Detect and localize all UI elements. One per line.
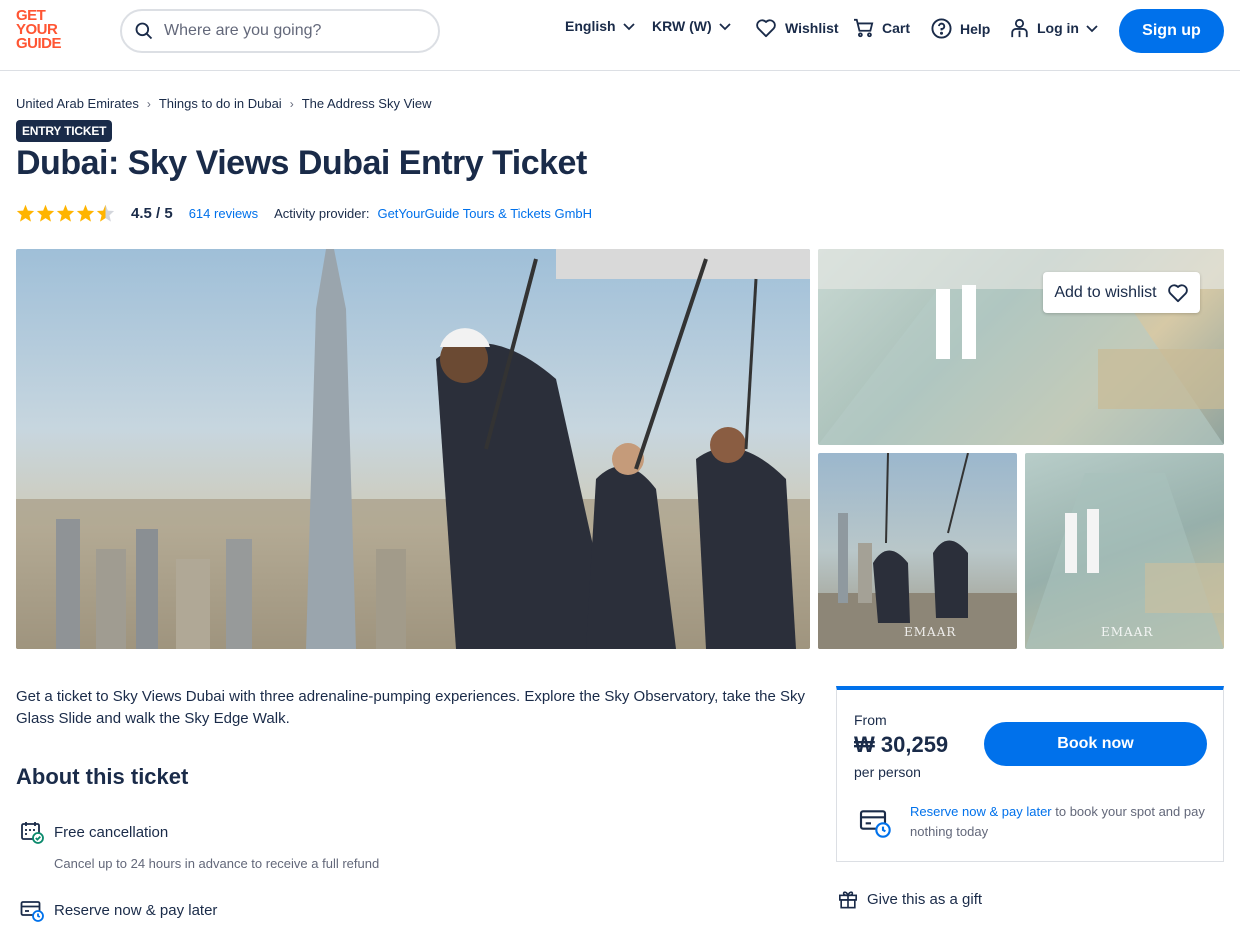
- page-title: Dubai: Sky Views Dubai Entry Ticket: [16, 144, 587, 182]
- chevron-down-icon: [718, 23, 731, 31]
- glass-floor-photo[interactable]: EMAAR: [1025, 453, 1224, 649]
- user-icon: [1011, 18, 1028, 38]
- rating-row: 4.5 / 5 614 reviews Activity provider: G…: [16, 204, 592, 222]
- edge-walk-illustration: [818, 453, 1017, 649]
- signup-button[interactable]: Sign up: [1119, 9, 1224, 53]
- breadcrumb-item[interactable]: The Address Sky View: [302, 96, 432, 111]
- cart-link[interactable]: Cart: [853, 18, 910, 38]
- feature-title: Reserve now & pay later: [54, 901, 218, 919]
- wishlist-link[interactable]: Wishlist: [755, 18, 839, 38]
- booking-panel: From ₩ 30,259 per person Book now Reserv…: [836, 686, 1224, 862]
- activity-description: Get a ticket to Sky Views Dubai with thr…: [16, 688, 806, 727]
- breadcrumb-item[interactable]: Things to do in Dubai: [159, 96, 282, 111]
- feature-title: Free cancellation: [54, 823, 169, 841]
- chevron-down-icon: [1086, 25, 1098, 33]
- star-rating: [16, 204, 115, 222]
- book-now-button[interactable]: Book now: [984, 722, 1207, 766]
- cart-icon: [854, 18, 874, 38]
- add-to-wishlist-button[interactable]: Add to wishlist: [1043, 272, 1200, 313]
- feature-reserve-pay-later: Reserve now & pay later: [20, 898, 217, 922]
- emaar-watermark: EMAAR: [904, 625, 957, 639]
- breadcrumb: United Arab Emirates › Things to do in D…: [16, 96, 432, 111]
- reserve-later-link[interactable]: Reserve now & pay later: [910, 804, 1052, 819]
- heart-icon: [1167, 283, 1188, 302]
- about-section-title: About this ticket: [16, 764, 189, 789]
- card-clock-icon: [859, 810, 891, 838]
- category-badge: ENTRY TICKET: [16, 120, 113, 142]
- price-per-person: per person: [854, 764, 921, 780]
- star-icon: [56, 204, 75, 222]
- feature-subtitle: Cancel up to 24 hours in advance to rece…: [54, 856, 380, 871]
- glass-floor-illustration: [1025, 473, 1224, 649]
- chevron-right-icon: ›: [289, 96, 294, 111]
- half-star-icon: [96, 204, 115, 222]
- search-icon: [135, 22, 153, 40]
- provider-label: Activity provider:: [274, 205, 370, 221]
- provider-link[interactable]: GetYourGuide Tours & Tickets GmbH: [377, 206, 592, 221]
- card-clock-icon: [20, 901, 44, 922]
- reviews-link[interactable]: 614 reviews: [189, 206, 258, 221]
- gift-icon: [839, 891, 857, 909]
- rating-value: 4.5 / 5: [131, 204, 173, 222]
- star-icon: [16, 204, 35, 222]
- give-as-gift-link[interactable]: Give this as a gift: [838, 889, 982, 909]
- feature-free-cancellation: Free cancellation: [20, 820, 168, 844]
- emaar-watermark: EMAAR: [1101, 625, 1154, 639]
- login-menu[interactable]: Log in: [1010, 18, 1099, 38]
- price-from-label: From: [854, 712, 887, 728]
- heart-icon: [756, 19, 776, 38]
- help-icon: [931, 18, 952, 39]
- price-value: ₩ 30,259: [854, 732, 949, 757]
- getyourguide-logo[interactable]: GET YOUR GUIDE: [16, 8, 76, 51]
- edge-walk-photo[interactable]: EMAAR: [818, 453, 1017, 649]
- breadcrumb-item[interactable]: United Arab Emirates: [16, 96, 139, 111]
- search-input[interactable]: [164, 22, 414, 40]
- top-header: GET YOUR GUIDE English KRW (W) Wishlist …: [0, 0, 1240, 71]
- calendar-check-icon: [21, 822, 44, 844]
- star-icon: [36, 204, 55, 222]
- chevron-right-icon: ›: [146, 96, 151, 111]
- search-bar[interactable]: [120, 9, 440, 53]
- reserve-note: Reserve now & pay later to book your spo…: [910, 804, 1205, 839]
- main-photo-illustration: [16, 249, 810, 649]
- language-selector[interactable]: English: [565, 18, 636, 34]
- currency-selector[interactable]: KRW (W): [652, 18, 732, 34]
- chevron-down-icon: [622, 23, 635, 31]
- help-link[interactable]: Help: [931, 18, 990, 39]
- star-icon: [76, 204, 95, 222]
- main-photo[interactable]: [16, 249, 810, 649]
